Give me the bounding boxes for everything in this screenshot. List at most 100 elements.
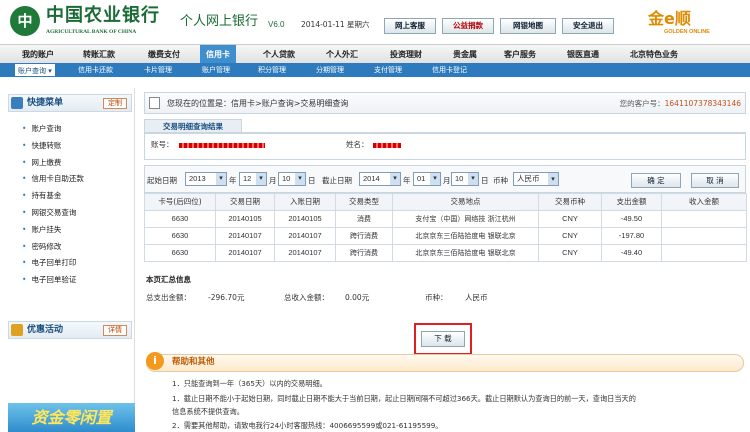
- cell-expense: -197.80: [601, 227, 662, 245]
- start-month-select[interactable]: 12: [239, 172, 267, 186]
- sidebar-item-account-query[interactable]: 账户查询: [22, 121, 84, 138]
- nav-investment[interactable]: 投资理财: [390, 45, 422, 64]
- nav-my-account[interactable]: 我的账户: [22, 45, 54, 64]
- col-currency: 交易币种: [538, 193, 602, 211]
- quick-menu-title: 快捷菜单: [27, 98, 64, 108]
- sidebar-item-receipt-print[interactable]: 电子回单打印: [22, 255, 84, 272]
- help-line: 1．截止日期不能小于起始日期，同时截止日期不能大于当前日期，起止日期间隔不可超过…: [172, 394, 636, 403]
- quick-menu-header: 快捷菜单 定制: [8, 94, 132, 112]
- subnav-installment-mgmt[interactable]: 分期管理: [316, 63, 344, 77]
- sidebar-item-report-loss[interactable]: 账户挂失: [22, 222, 84, 239]
- help-title: 帮助和其他: [172, 357, 215, 367]
- online-service-button[interactable]: 网上客服: [384, 18, 436, 34]
- promo-banner[interactable]: 资金零闲置: [8, 403, 135, 432]
- col-location: 交易地点: [392, 193, 539, 211]
- subnav-account-mgmt[interactable]: 账户管理: [202, 63, 230, 77]
- subnav-card-register[interactable]: 信用卡登记: [432, 63, 467, 77]
- subnav-card-mgmt[interactable]: 卡片管理: [144, 63, 172, 77]
- cell-currency: CNY: [538, 244, 602, 262]
- table-row: 6630 20140107 20140107 跨行消费 北京京东三佰陆拾度电 银…: [144, 227, 747, 245]
- tab-transaction-results[interactable]: 交易明细查询结果: [144, 119, 242, 133]
- product-title: 个人网上银行: [180, 14, 259, 29]
- info-icon: i: [146, 352, 164, 370]
- nav-customer-service[interactable]: 客户服务: [504, 45, 536, 64]
- col-posting-date: 入账日期: [274, 193, 336, 211]
- start-month-unit: 月: [269, 176, 277, 185]
- name-label: 姓名：: [346, 140, 369, 149]
- promo-icon: [11, 324, 23, 336]
- confirm-button[interactable]: 确 定: [631, 173, 681, 188]
- subnav-account-query[interactable]: 账户查询 ▾: [14, 63, 56, 77]
- cancel-button[interactable]: 取 消: [691, 173, 739, 188]
- header: 中 中国农业银行 AGRICULTURAL BANK OF CHINA 个人网上…: [0, 0, 750, 44]
- document-icon: [149, 97, 160, 109]
- start-day-select[interactable]: 10: [278, 172, 306, 186]
- nav-credit-card[interactable]: 信用卡: [200, 45, 236, 64]
- promo-header: 优惠活动 详情: [8, 321, 132, 339]
- sidebar-item-quick-transfer[interactable]: 快捷转账: [22, 138, 84, 155]
- cell-income: [661, 244, 747, 262]
- total-expense-value: -296.70元: [208, 293, 245, 302]
- charity-donation-button[interactable]: 公益捐款: [442, 18, 494, 34]
- sidebar-item-funds[interactable]: 持有基金: [22, 188, 84, 205]
- end-day-select[interactable]: 10: [451, 172, 479, 186]
- nav-hospital[interactable]: 银医直通: [567, 45, 599, 64]
- start-year-unit: 年: [229, 176, 237, 185]
- nav-beijing-special[interactable]: 北京特色业务: [630, 45, 678, 64]
- download-button[interactable]: 下 载: [421, 331, 465, 347]
- start-year-select[interactable]: 2013: [185, 172, 227, 186]
- help-line: 2．需要其他帮助，请致电我行24小时客服热线：4006695599或021-61…: [172, 421, 443, 430]
- currency-select[interactable]: 人民币: [513, 172, 559, 186]
- quick-menu-list: 账户查询 快捷转账 网上缴费 信用卡自助还款 持有基金 网银交易查询 账户挂失 …: [22, 121, 84, 289]
- cell-expense: -49.50: [601, 210, 662, 228]
- nav-forex[interactable]: 个人外汇: [326, 45, 358, 64]
- col-expense: 支出金额: [601, 193, 662, 211]
- total-expense-label: 总支出金额：: [146, 293, 191, 302]
- logout-button[interactable]: 安全退出: [562, 18, 614, 34]
- cell-location: 北京京东三佰陆拾度电 银联北京: [392, 244, 539, 262]
- total-income-value: 0.00元: [345, 293, 370, 302]
- cell-currency: CNY: [538, 210, 602, 228]
- nav-precious-metals[interactable]: 贵金属: [453, 45, 477, 64]
- end-day-unit: 日: [481, 176, 489, 185]
- bank-logo-icon: 中: [10, 6, 40, 36]
- sidebar-item-online-payment[interactable]: 网上缴费: [22, 155, 84, 172]
- cell-card-no: 6630: [144, 227, 216, 245]
- nav-transfer[interactable]: 转账汇款: [83, 45, 115, 64]
- cell-transaction-type: 跨行消费: [335, 227, 393, 245]
- breadcrumb: 您现在的位置是：信用卡>账户查询>交易明细查询 您的客户号：1641107378…: [144, 92, 746, 114]
- cell-posting-date: 20140107: [274, 244, 336, 262]
- subnav-repayment[interactable]: 信用卡还款: [78, 63, 113, 77]
- nav-payment[interactable]: 缴费支付: [148, 45, 180, 64]
- end-year-select[interactable]: 2014: [359, 172, 401, 186]
- nav-personal-loan[interactable]: 个人贷款: [263, 45, 295, 64]
- help-line: 1．只能查询到一年（365天）以内的交易明细。: [172, 379, 327, 388]
- end-month-select[interactable]: 01: [413, 172, 441, 186]
- cell-income: [661, 210, 747, 228]
- col-card-no: 卡号(后四位): [144, 193, 216, 211]
- ebank-map-button[interactable]: 网银地图: [500, 18, 556, 34]
- cell-transaction-type: 跨行消费: [335, 244, 393, 262]
- end-month-unit: 月: [443, 176, 451, 185]
- col-transaction-date: 交易日期: [215, 193, 275, 211]
- col-transaction-type: 交易类型: [335, 193, 393, 211]
- customize-button[interactable]: 定制: [103, 98, 127, 109]
- main-nav: 我的账户 转账汇款 缴费支付 信用卡 个人贷款 个人外汇 投资理财 贵金属 客户…: [0, 44, 750, 64]
- start-date-label: 起始日期: [147, 176, 177, 185]
- customer-number-label: 您的客户号：: [619, 99, 665, 108]
- cell-posting-date: 20140107: [274, 227, 336, 245]
- promo-details-button[interactable]: 详情: [103, 325, 127, 336]
- sidebar-item-transaction-query[interactable]: 网银交易查询: [22, 205, 84, 222]
- end-year-unit: 年: [403, 176, 411, 185]
- cell-transaction-date: 20140107: [215, 244, 275, 262]
- table-row: 6630 20140105 20140105 消费 支付宝（中国）网络技 浙江杭…: [144, 210, 747, 228]
- subnav-payment-mgmt[interactable]: 支付管理: [374, 63, 402, 77]
- end-date-label: 截止日期: [322, 176, 352, 185]
- sidebar-item-change-password[interactable]: 密码修改: [22, 239, 84, 256]
- quick-menu-icon: [11, 97, 23, 109]
- sidebar-item-card-repayment[interactable]: 信用卡自助还款: [22, 171, 84, 188]
- subnav-points-mgmt[interactable]: 积分管理: [258, 63, 286, 77]
- cell-location: 北京京东三佰陆拾度电 银联北京: [392, 227, 539, 245]
- sidebar-item-receipt-verify[interactable]: 电子回单验证: [22, 272, 84, 289]
- cell-transaction-date: 20140105: [215, 210, 275, 228]
